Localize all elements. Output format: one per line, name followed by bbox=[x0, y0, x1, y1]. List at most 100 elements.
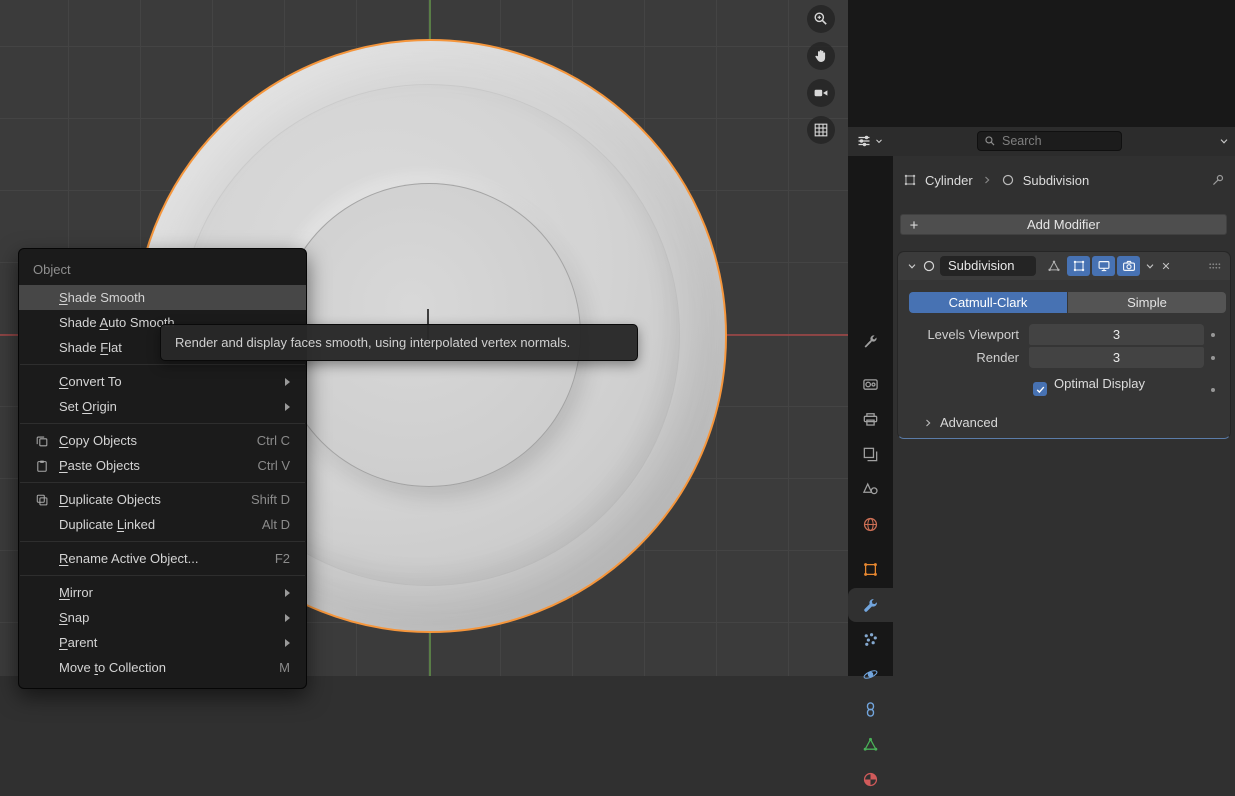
drag-handle-icon[interactable] bbox=[1208, 259, 1222, 273]
submenu-arrow-icon bbox=[285, 639, 290, 647]
properties-header: Search bbox=[848, 127, 1235, 157]
menu-icon-slot bbox=[33, 585, 51, 601]
menu-separator bbox=[20, 541, 305, 542]
subdivision-modifier-panel: Subdivision Catmull-ClarkSimple Levels V… bbox=[897, 251, 1231, 439]
menu-item-convert-to[interactable]: Convert To bbox=[19, 369, 306, 394]
animate-dot[interactable] bbox=[1211, 333, 1215, 337]
editor-type-button[interactable] bbox=[856, 133, 884, 149]
magnifier-plus-icon bbox=[813, 11, 829, 27]
menu-item-snap[interactable]: Snap bbox=[19, 605, 306, 630]
properties-tab-object-data[interactable] bbox=[848, 727, 893, 761]
tooltip-text: Render and display faces smooth, using i… bbox=[175, 335, 570, 350]
breadcrumb: Cylinder Subdivision bbox=[893, 168, 1235, 192]
show-in-edit-mode-toggle[interactable] bbox=[1067, 256, 1090, 276]
properties-tab-modifiers[interactable] bbox=[848, 588, 893, 622]
menu-item-label: Copy Objects bbox=[59, 433, 137, 448]
grid-icon bbox=[813, 122, 829, 138]
search-input[interactable]: Search bbox=[977, 131, 1122, 151]
show-in-viewport-toggle[interactable] bbox=[1092, 256, 1115, 276]
add-modifier-button[interactable]: Add Modifier bbox=[900, 214, 1227, 235]
render-levels-label: Render bbox=[898, 347, 1019, 368]
properties-editor-icon bbox=[856, 133, 872, 149]
menu-item-move-to-collection[interactable]: Move to CollectionM bbox=[19, 655, 306, 680]
modifier-delete-icon[interactable] bbox=[1160, 260, 1172, 272]
menu-item-paste-objects[interactable]: Paste ObjectsCtrl V bbox=[19, 453, 306, 478]
zoom-gizmo-button[interactable] bbox=[807, 5, 835, 33]
menu-item-duplicate-objects[interactable]: Duplicate ObjectsShift D bbox=[19, 487, 306, 512]
menu-item-mirror[interactable]: Mirror bbox=[19, 580, 306, 605]
menu-item-duplicate-linked[interactable]: Duplicate LinkedAlt D bbox=[19, 512, 306, 537]
modifiers-tab-icon bbox=[862, 597, 879, 614]
properties-content: Cylinder Subdivision Add Modifier Subdiv… bbox=[893, 156, 1235, 676]
menu-icon-slot bbox=[33, 399, 51, 415]
mesh-object-icon bbox=[903, 173, 917, 187]
submenu-arrow-icon bbox=[285, 403, 290, 411]
menu-separator bbox=[20, 575, 305, 576]
outliner-region[interactable] bbox=[848, 0, 1235, 128]
animate-dot[interactable] bbox=[1211, 388, 1215, 392]
breadcrumb-modifier[interactable]: Subdivision bbox=[1023, 173, 1090, 188]
properties-tab-material[interactable] bbox=[848, 762, 893, 796]
properties-tab-output[interactable] bbox=[848, 402, 893, 436]
output-tab-icon bbox=[862, 411, 879, 428]
properties-tab-tool[interactable] bbox=[848, 324, 893, 358]
mesh-square-icon bbox=[1072, 259, 1086, 273]
camera-view-icon bbox=[813, 85, 829, 101]
animate-dot[interactable] bbox=[1211, 356, 1215, 360]
optimal-display-checkbox[interactable] bbox=[1033, 382, 1047, 396]
properties-tab-scene[interactable] bbox=[848, 472, 893, 506]
menu-item-label: Parent bbox=[59, 635, 97, 650]
panel-expand-icon[interactable] bbox=[906, 260, 918, 272]
header-menu-chevron-icon[interactable] bbox=[1218, 135, 1230, 147]
tool-tab-icon bbox=[862, 333, 879, 350]
properties-tab-particles[interactable] bbox=[848, 622, 893, 656]
menu-item-parent[interactable]: Parent bbox=[19, 630, 306, 655]
subdivision-algorithm-toggle: Catmull-ClarkSimple bbox=[909, 292, 1226, 313]
menu-item-shortcut: M bbox=[279, 660, 290, 675]
physics-tab-icon bbox=[862, 666, 879, 683]
algorithm-option-simple[interactable]: Simple bbox=[1068, 292, 1226, 313]
camera-view-gizmo-button[interactable] bbox=[807, 79, 835, 107]
search-placeholder: Search bbox=[1002, 134, 1042, 148]
menu-item-shortcut: Alt D bbox=[262, 517, 290, 532]
pan-gizmo-button[interactable] bbox=[807, 42, 835, 70]
menu-item-shade-smooth[interactable]: Shade Smooth bbox=[19, 285, 306, 310]
properties-tab-physics[interactable] bbox=[848, 657, 893, 691]
subdivision-modifier-icon bbox=[1001, 173, 1015, 187]
world-tab-icon bbox=[862, 516, 879, 533]
menu-item-label: Shade Smooth bbox=[59, 290, 145, 305]
pin-icon[interactable] bbox=[1211, 173, 1225, 187]
modifier-type-icon bbox=[922, 259, 936, 273]
vertex-tri-icon bbox=[1047, 259, 1061, 273]
advanced-section-label[interactable]: Advanced bbox=[940, 413, 998, 433]
toggle-ortho-grid-gizmo-button[interactable] bbox=[807, 116, 835, 144]
breadcrumb-object[interactable]: Cylinder bbox=[925, 173, 973, 188]
modifier-name-field[interactable]: Subdivision bbox=[940, 256, 1036, 276]
properties-tab-render[interactable] bbox=[848, 367, 893, 401]
properties-tab-view-layer[interactable] bbox=[848, 437, 893, 471]
check-icon bbox=[1035, 384, 1046, 395]
algorithm-option-catmull-clark[interactable]: Catmull-Clark bbox=[909, 292, 1067, 313]
copy-icon bbox=[33, 433, 51, 449]
object-data-tab-icon bbox=[862, 736, 879, 753]
properties-tab-object[interactable] bbox=[848, 552, 893, 586]
menu-item-label: Shade Flat bbox=[59, 340, 122, 355]
render-levels-field[interactable]: 3 bbox=[1029, 347, 1204, 368]
menu-item-set-origin[interactable]: Set Origin bbox=[19, 394, 306, 419]
object-tab-icon bbox=[862, 561, 879, 578]
tooltip: Render and display faces smooth, using i… bbox=[160, 324, 638, 361]
object-context-menu: Object Shade SmoothShade Auto SmoothShad… bbox=[18, 248, 307, 689]
properties-tab-constraints[interactable] bbox=[848, 692, 893, 726]
menu-item-rename-active-object[interactable]: Rename Active Object...F2 bbox=[19, 546, 306, 571]
levels-viewport-field[interactable]: 3 bbox=[1029, 324, 1204, 345]
add-modifier-label: Add Modifier bbox=[1027, 217, 1100, 232]
modifier-extras-icon[interactable] bbox=[1144, 260, 1156, 272]
properties-tab-world[interactable] bbox=[848, 507, 893, 541]
menu-item-copy-objects[interactable]: Copy ObjectsCtrl C bbox=[19, 428, 306, 453]
submenu-arrow-icon bbox=[285, 378, 290, 386]
show-on-cage-toggle[interactable] bbox=[1042, 256, 1065, 276]
menu-item-label: Rename Active Object... bbox=[59, 551, 198, 566]
paste-icon bbox=[33, 458, 51, 474]
show-in-render-toggle[interactable] bbox=[1117, 256, 1140, 276]
advanced-expand-icon[interactable] bbox=[922, 417, 934, 429]
